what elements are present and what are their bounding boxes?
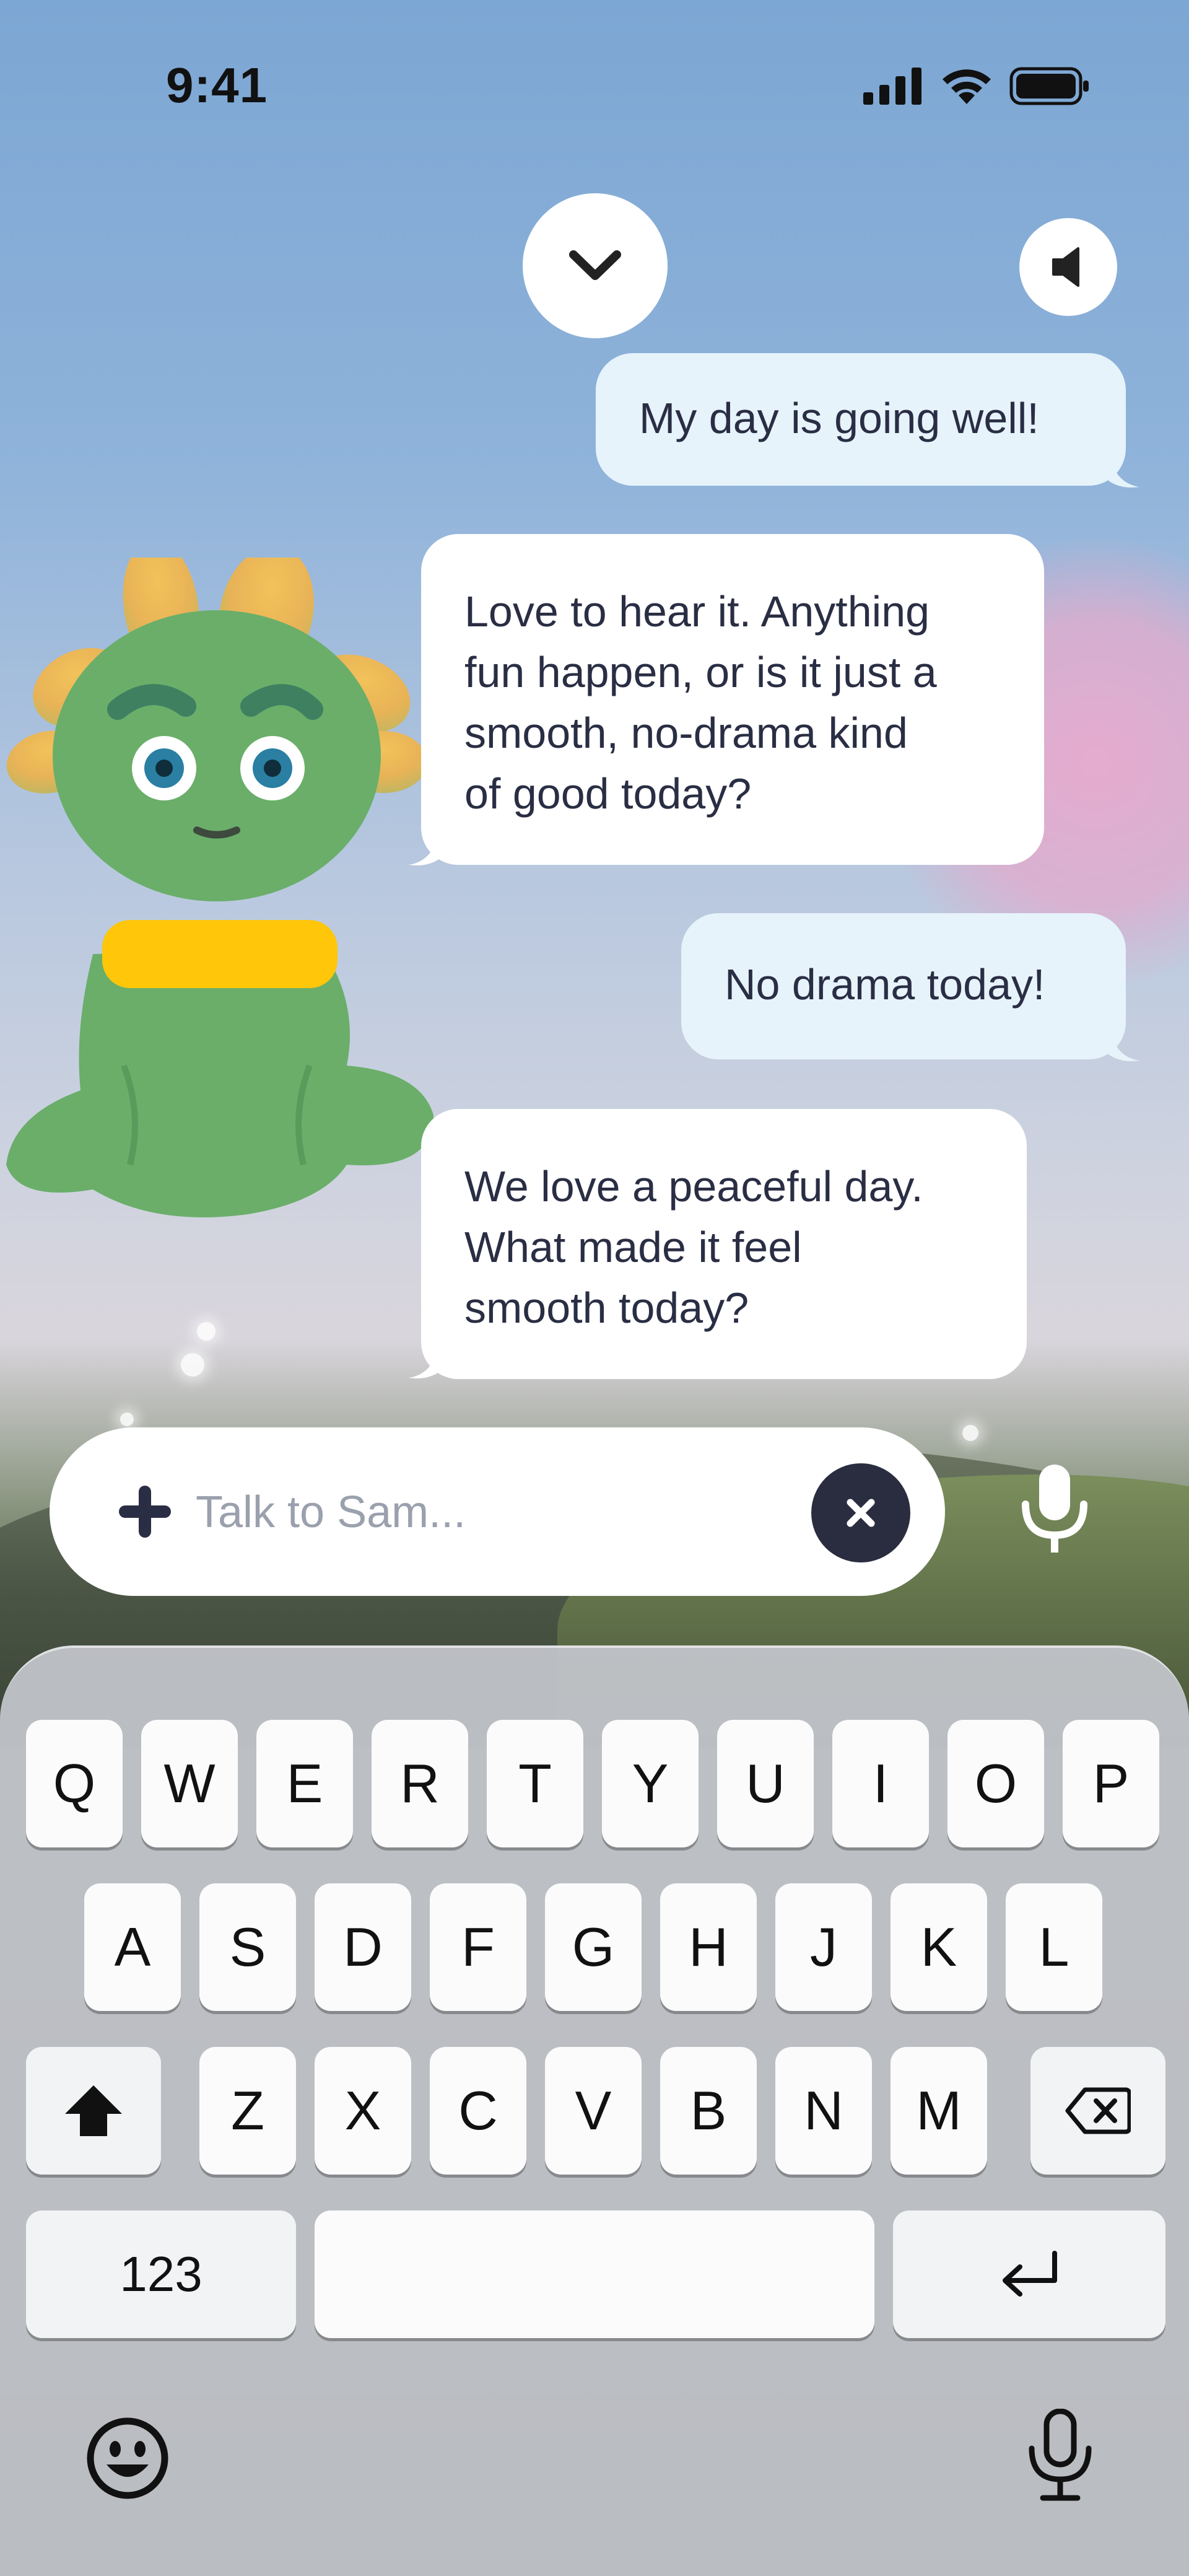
bubble-tail <box>1108 452 1139 488</box>
message-line: smooth, no-drama kind <box>464 709 908 757</box>
sound-button[interactable] <box>1019 218 1117 316</box>
sparkle <box>962 1425 978 1441</box>
message-line: My day is going well! <box>639 394 1039 442</box>
key-e[interactable]: E <box>256 1720 353 1847</box>
user-message: No drama today! <box>681 913 1126 1059</box>
assistant-message: Love to hear it. Anything fun happen, or… <box>421 534 1044 865</box>
key-y[interactable]: Y <box>602 1720 699 1847</box>
cellular-signal-icon <box>863 68 921 105</box>
key-r[interactable]: R <box>372 1720 468 1847</box>
key-q[interactable]: Q <box>26 1720 123 1847</box>
bubble-tail <box>409 830 440 865</box>
message-line: What made it feel <box>464 1223 802 1271</box>
key-n[interactable]: N <box>775 2047 872 2175</box>
clear-input-button[interactable] <box>811 1463 910 1562</box>
bubble-tail <box>409 1343 440 1378</box>
message-line: smooth today? <box>464 1284 749 1332</box>
collapse-button[interactable] <box>523 193 668 338</box>
key-s[interactable]: S <box>199 1883 296 2011</box>
bubble-tail <box>1108 1026 1139 1061</box>
microphone-icon[interactable] <box>1016 1462 1094 1555</box>
key-a[interactable]: A <box>84 1883 181 2011</box>
key-h[interactable]: H <box>660 1883 757 2011</box>
key-t[interactable]: T <box>487 1720 583 1847</box>
sparkle <box>197 1322 216 1341</box>
delete-key[interactable] <box>1030 2047 1165 2175</box>
return-key[interactable] <box>893 2210 1165 2338</box>
sparkle <box>181 1353 204 1377</box>
space-key[interactable] <box>315 2210 874 2338</box>
key-x[interactable]: X <box>315 2047 411 2175</box>
battery-icon <box>1009 67 1089 105</box>
key-f[interactable]: F <box>430 1883 526 2011</box>
key-d[interactable]: D <box>315 1883 411 2011</box>
close-icon <box>847 1499 875 1527</box>
key-m[interactable]: M <box>891 2047 987 2175</box>
status-time: 9:41 <box>166 58 268 113</box>
emoji-icon[interactable] <box>84 2415 171 2502</box>
user-message: My day is going well! <box>596 353 1126 486</box>
shift-key[interactable] <box>26 2047 161 2175</box>
return-icon <box>1003 2251 1057 2297</box>
sparkle <box>120 1413 134 1426</box>
message-line: Love to hear it. Anything <box>464 587 930 636</box>
numbers-key[interactable]: 123 <box>26 2210 296 2338</box>
message-line: of good today? <box>464 769 752 818</box>
key-o[interactable]: O <box>947 1720 1044 1847</box>
assistant-message: We love a peaceful day. What made it fee… <box>421 1109 1027 1379</box>
key-p[interactable]: P <box>1063 1720 1159 1847</box>
character-avatar <box>6 558 433 1217</box>
plus-icon[interactable] <box>116 1483 173 1540</box>
key-i[interactable]: I <box>832 1720 929 1847</box>
key-l[interactable]: L <box>1006 1883 1102 2011</box>
key-c[interactable]: C <box>430 2047 526 2175</box>
shift-icon <box>65 2085 122 2136</box>
message-line: No drama today! <box>725 960 1045 1009</box>
key-j[interactable]: J <box>775 1883 872 2011</box>
key-g[interactable]: G <box>545 1883 642 2011</box>
message-input-placeholder: Talk to Sam... <box>196 1487 466 1537</box>
key-k[interactable]: K <box>891 1883 987 2011</box>
key-z[interactable]: Z <box>199 2047 296 2175</box>
speaker-icon <box>1052 247 1079 287</box>
key-u[interactable]: U <box>717 1720 814 1847</box>
key-b[interactable]: B <box>660 2047 757 2175</box>
key-v[interactable]: V <box>545 2047 642 2175</box>
screen: { "status_bar": { "time": "9:41" }, "col… <box>0 0 1189 2576</box>
message-line: We love a peaceful day. <box>464 1162 923 1211</box>
delete-icon <box>1065 2087 1131 2134</box>
key-w[interactable]: W <box>141 1720 238 1847</box>
wifi-icon <box>943 69 991 104</box>
dictation-microphone-icon[interactable] <box>1022 2409 1099 2502</box>
status-icons <box>863 67 1090 105</box>
chevron-down-icon <box>569 250 621 280</box>
message-line: fun happen, or is it just a <box>464 648 937 696</box>
